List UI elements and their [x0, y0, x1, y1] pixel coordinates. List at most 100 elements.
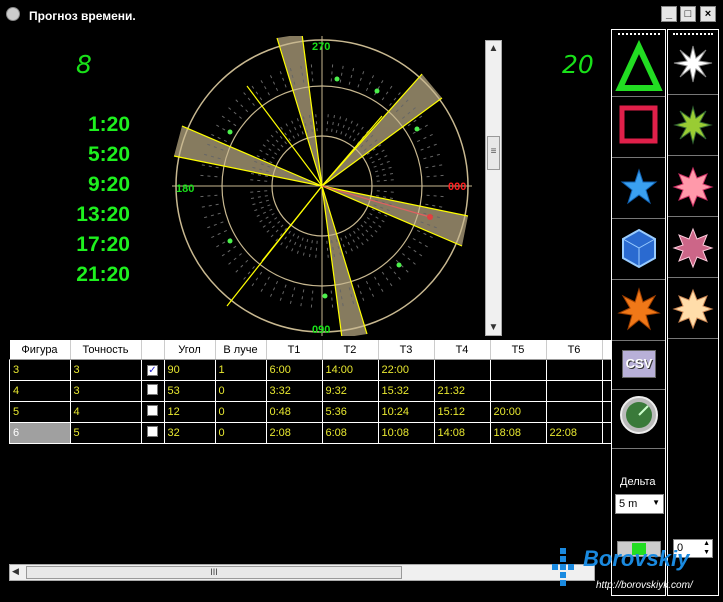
cell-in-ray[interactable]: 0 [214, 380, 267, 402]
row-checkbox[interactable]: ✓ [147, 365, 158, 376]
table-row[interactable]: 6 5 32 0 2:08 6:08 10:08 14:08 18:08 22:… [9, 422, 619, 444]
star-button[interactable] [612, 158, 665, 219]
cell-t5[interactable] [489, 380, 547, 402]
scroll-up-arrow-icon[interactable]: ▲ [486, 41, 501, 56]
minimize-button[interactable]: _ [661, 6, 677, 22]
cell-angle[interactable]: 32 [163, 422, 216, 444]
col-header[interactable]: Точность [70, 340, 142, 360]
cell-t2[interactable]: 6:08 [321, 422, 379, 444]
cell-t6[interactable] [545, 359, 603, 381]
radar-button[interactable] [612, 390, 665, 449]
cell-in-ray[interactable]: 0 [214, 401, 267, 423]
col-header[interactable]: Фигура [9, 340, 71, 360]
col-header[interactable]: T3 [378, 340, 435, 360]
cell-angle[interactable]: 53 [163, 380, 216, 402]
cell-accuracy[interactable]: 3 [69, 380, 142, 402]
col-header[interactable]: В луче [215, 340, 267, 360]
cell-t2[interactable]: 5:36 [321, 401, 379, 423]
scroll-down-arrow-icon[interactable]: ▼ [486, 320, 501, 335]
dial-tick [344, 117, 355, 137]
spin-down-icon[interactable]: ▼ [703, 549, 710, 556]
cell-t4[interactable] [433, 359, 491, 381]
cell-figure[interactable]: 3 [9, 359, 71, 381]
vertical-scrollbar[interactable]: ▲ ≡ ▼ [485, 40, 502, 336]
cell-t1[interactable]: 0:48 [265, 401, 323, 423]
table-row[interactable]: 4 3 53 0 3:32 9:32 15:32 21:32 [9, 380, 619, 402]
triangle-button[interactable] [612, 38, 665, 97]
col-header[interactable]: T1 [266, 340, 323, 360]
cell-t4[interactable]: 15:12 [433, 401, 491, 423]
col-header[interactable]: T2 [322, 340, 379, 360]
cell-t3[interactable]: 10:08 [377, 422, 435, 444]
vertical-scroll-thumb[interactable]: ≡ [487, 136, 500, 170]
burst-button[interactable] [612, 280, 665, 341]
cell-t6[interactable] [545, 401, 603, 423]
table-row[interactable]: 5 4 12 0 0:48 5:36 10:24 15:12 20:00 [9, 401, 619, 423]
cell-angle[interactable]: 90 [163, 359, 216, 381]
cell-accuracy[interactable]: 5 [69, 422, 142, 444]
dial-tick [335, 113, 342, 134]
star-icon [620, 168, 658, 205]
cell-t2[interactable]: 9:32 [321, 380, 379, 402]
col-header[interactable]: T5 [490, 340, 547, 360]
forecast-dial[interactable]: 270 180 000 090 [172, 36, 472, 336]
chevron-down-icon[interactable]: ▼ [652, 498, 660, 507]
dial-tick [308, 240, 313, 260]
dial-tick [376, 190, 397, 193]
cell-t5[interactable]: 20:00 [489, 401, 547, 423]
cube-button[interactable] [612, 219, 665, 280]
dial-tick [357, 284, 366, 304]
spin-up-icon[interactable]: ▲ [703, 540, 710, 547]
cell-t6[interactable]: 22:08 [545, 422, 603, 444]
cell-in-ray[interactable]: 0 [214, 422, 267, 444]
cell-t4[interactable]: 21:32 [433, 380, 491, 402]
csv-export-button[interactable]: CSV [612, 341, 665, 390]
delta-select[interactable]: 5 m ▼ [615, 494, 664, 514]
dial-tick [376, 179, 397, 182]
cell-t5[interactable] [489, 359, 547, 381]
cell-t3[interactable]: 22:00 [377, 359, 435, 381]
cell-t4[interactable]: 14:08 [433, 422, 491, 444]
cell-t1[interactable]: 2:08 [265, 422, 323, 444]
col-header[interactable] [141, 340, 165, 360]
app-clock-icon[interactable] [6, 7, 20, 21]
row-checkbox[interactable] [147, 405, 158, 416]
cell-t3[interactable]: 15:32 [377, 380, 435, 402]
horizontal-scrollbar[interactable]: ◀ III [9, 564, 595, 581]
cell-t1[interactable]: 6:00 [265, 359, 323, 381]
col-header[interactable]: T6 [546, 340, 603, 360]
cell-figure[interactable]: 5 [9, 401, 71, 423]
cell-t1[interactable]: 3:32 [265, 380, 323, 402]
star-figure-5-button[interactable] [668, 278, 718, 339]
cell-t3[interactable]: 10:24 [377, 401, 435, 423]
dial-tick [248, 195, 268, 200]
col-header[interactable]: T4 [434, 340, 491, 360]
square-button[interactable] [612, 97, 665, 158]
cell-t6[interactable] [545, 380, 603, 402]
cell-accuracy[interactable]: 4 [69, 401, 142, 423]
cell-figure[interactable]: 4 [9, 380, 71, 402]
dial-tick [284, 120, 295, 139]
maximize-button[interactable]: □ [680, 6, 696, 22]
cell-angle[interactable]: 12 [163, 401, 216, 423]
star-figure-1-button[interactable] [668, 38, 718, 95]
star-figure-4-button[interactable] [668, 217, 718, 278]
star-figure-2-button[interactable] [668, 95, 718, 156]
col-header[interactable]: Угол [164, 340, 216, 360]
cell-in-ray[interactable]: 1 [214, 359, 267, 381]
dial-tick [365, 280, 376, 300]
table-row[interactable]: 3 3 ✓ 90 1 6:00 14:00 22:00 [9, 359, 619, 381]
row-checkbox[interactable] [147, 384, 158, 395]
horizontal-scroll-thumb[interactable]: III [26, 566, 402, 579]
scroll-left-arrow-icon[interactable]: ◀ [12, 566, 19, 577]
cell-t5[interactable]: 18:08 [489, 422, 547, 444]
cell-accuracy[interactable]: 3 [69, 359, 142, 381]
cell-figure[interactable]: 6 [9, 422, 71, 444]
star-figure-3-button[interactable] [668, 156, 718, 217]
dial-tick [420, 142, 440, 151]
cell-t2[interactable]: 14:00 [321, 359, 379, 381]
dial-tick [247, 179, 268, 182]
row-checkbox[interactable] [147, 426, 158, 437]
close-button[interactable]: × [700, 6, 716, 22]
delta-value: 5 m [619, 498, 638, 510]
